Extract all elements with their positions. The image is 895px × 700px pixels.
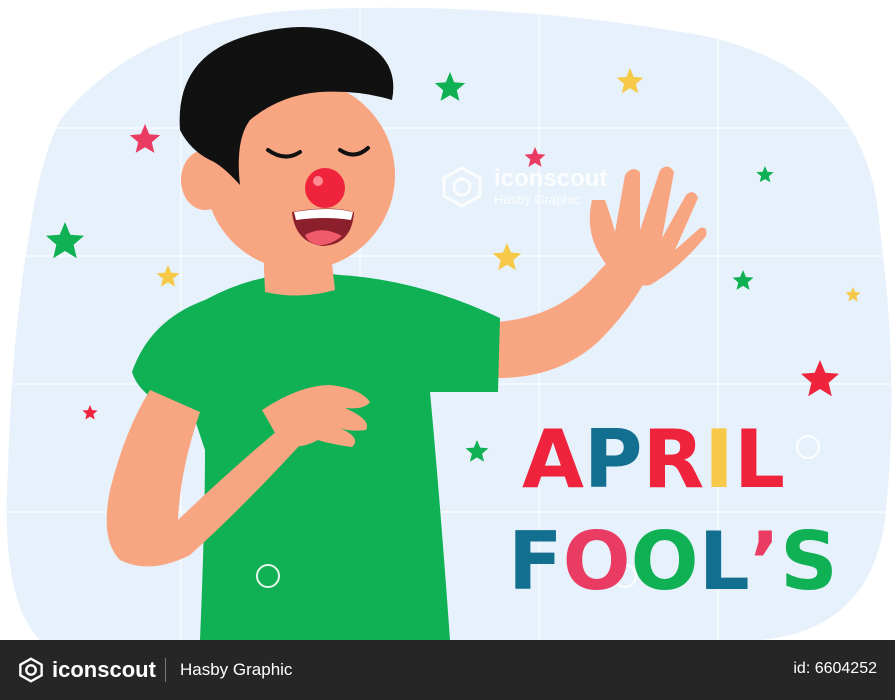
april-letter: A — [522, 413, 584, 506]
footer-asset-id: id: 6604252 — [793, 660, 877, 677]
title-april: APRIL — [522, 420, 785, 500]
footer-author[interactable]: Hasby Graphic — [180, 660, 292, 680]
fools-letter: L — [698, 515, 750, 608]
footer-logo[interactable]: iconscout — [18, 657, 156, 683]
title-fools: FOOL’S — [508, 522, 838, 602]
fools-letter: S — [780, 515, 838, 608]
iconscout-watermark-icon — [442, 166, 482, 208]
illustration: APRIL FOOL’S iconscout Hasby Graphic — [0, 0, 895, 640]
april-letter: I — [704, 413, 734, 506]
iconscout-logo-icon — [19, 657, 43, 683]
april-letter: L — [733, 413, 785, 506]
april-letter: R — [642, 413, 705, 506]
watermark-brand: iconscout — [494, 165, 608, 192]
clown-nose — [305, 168, 345, 208]
fools-letter: O — [562, 515, 631, 608]
april-letter: P — [583, 413, 643, 506]
footer-brand: iconscout — [52, 657, 156, 682]
footer-bar: iconscout Hasby Graphic id: 6604252 — [0, 640, 895, 700]
clown-nose-shine — [313, 176, 323, 186]
fools-letter: O — [630, 515, 699, 608]
fools-letter: ’ — [749, 515, 781, 608]
fools-letter: F — [508, 515, 563, 608]
watermark-author: Hasby Graphic — [494, 192, 580, 207]
center-watermark: iconscout Hasby Graphic — [440, 165, 607, 209]
footer-separator — [165, 658, 166, 682]
